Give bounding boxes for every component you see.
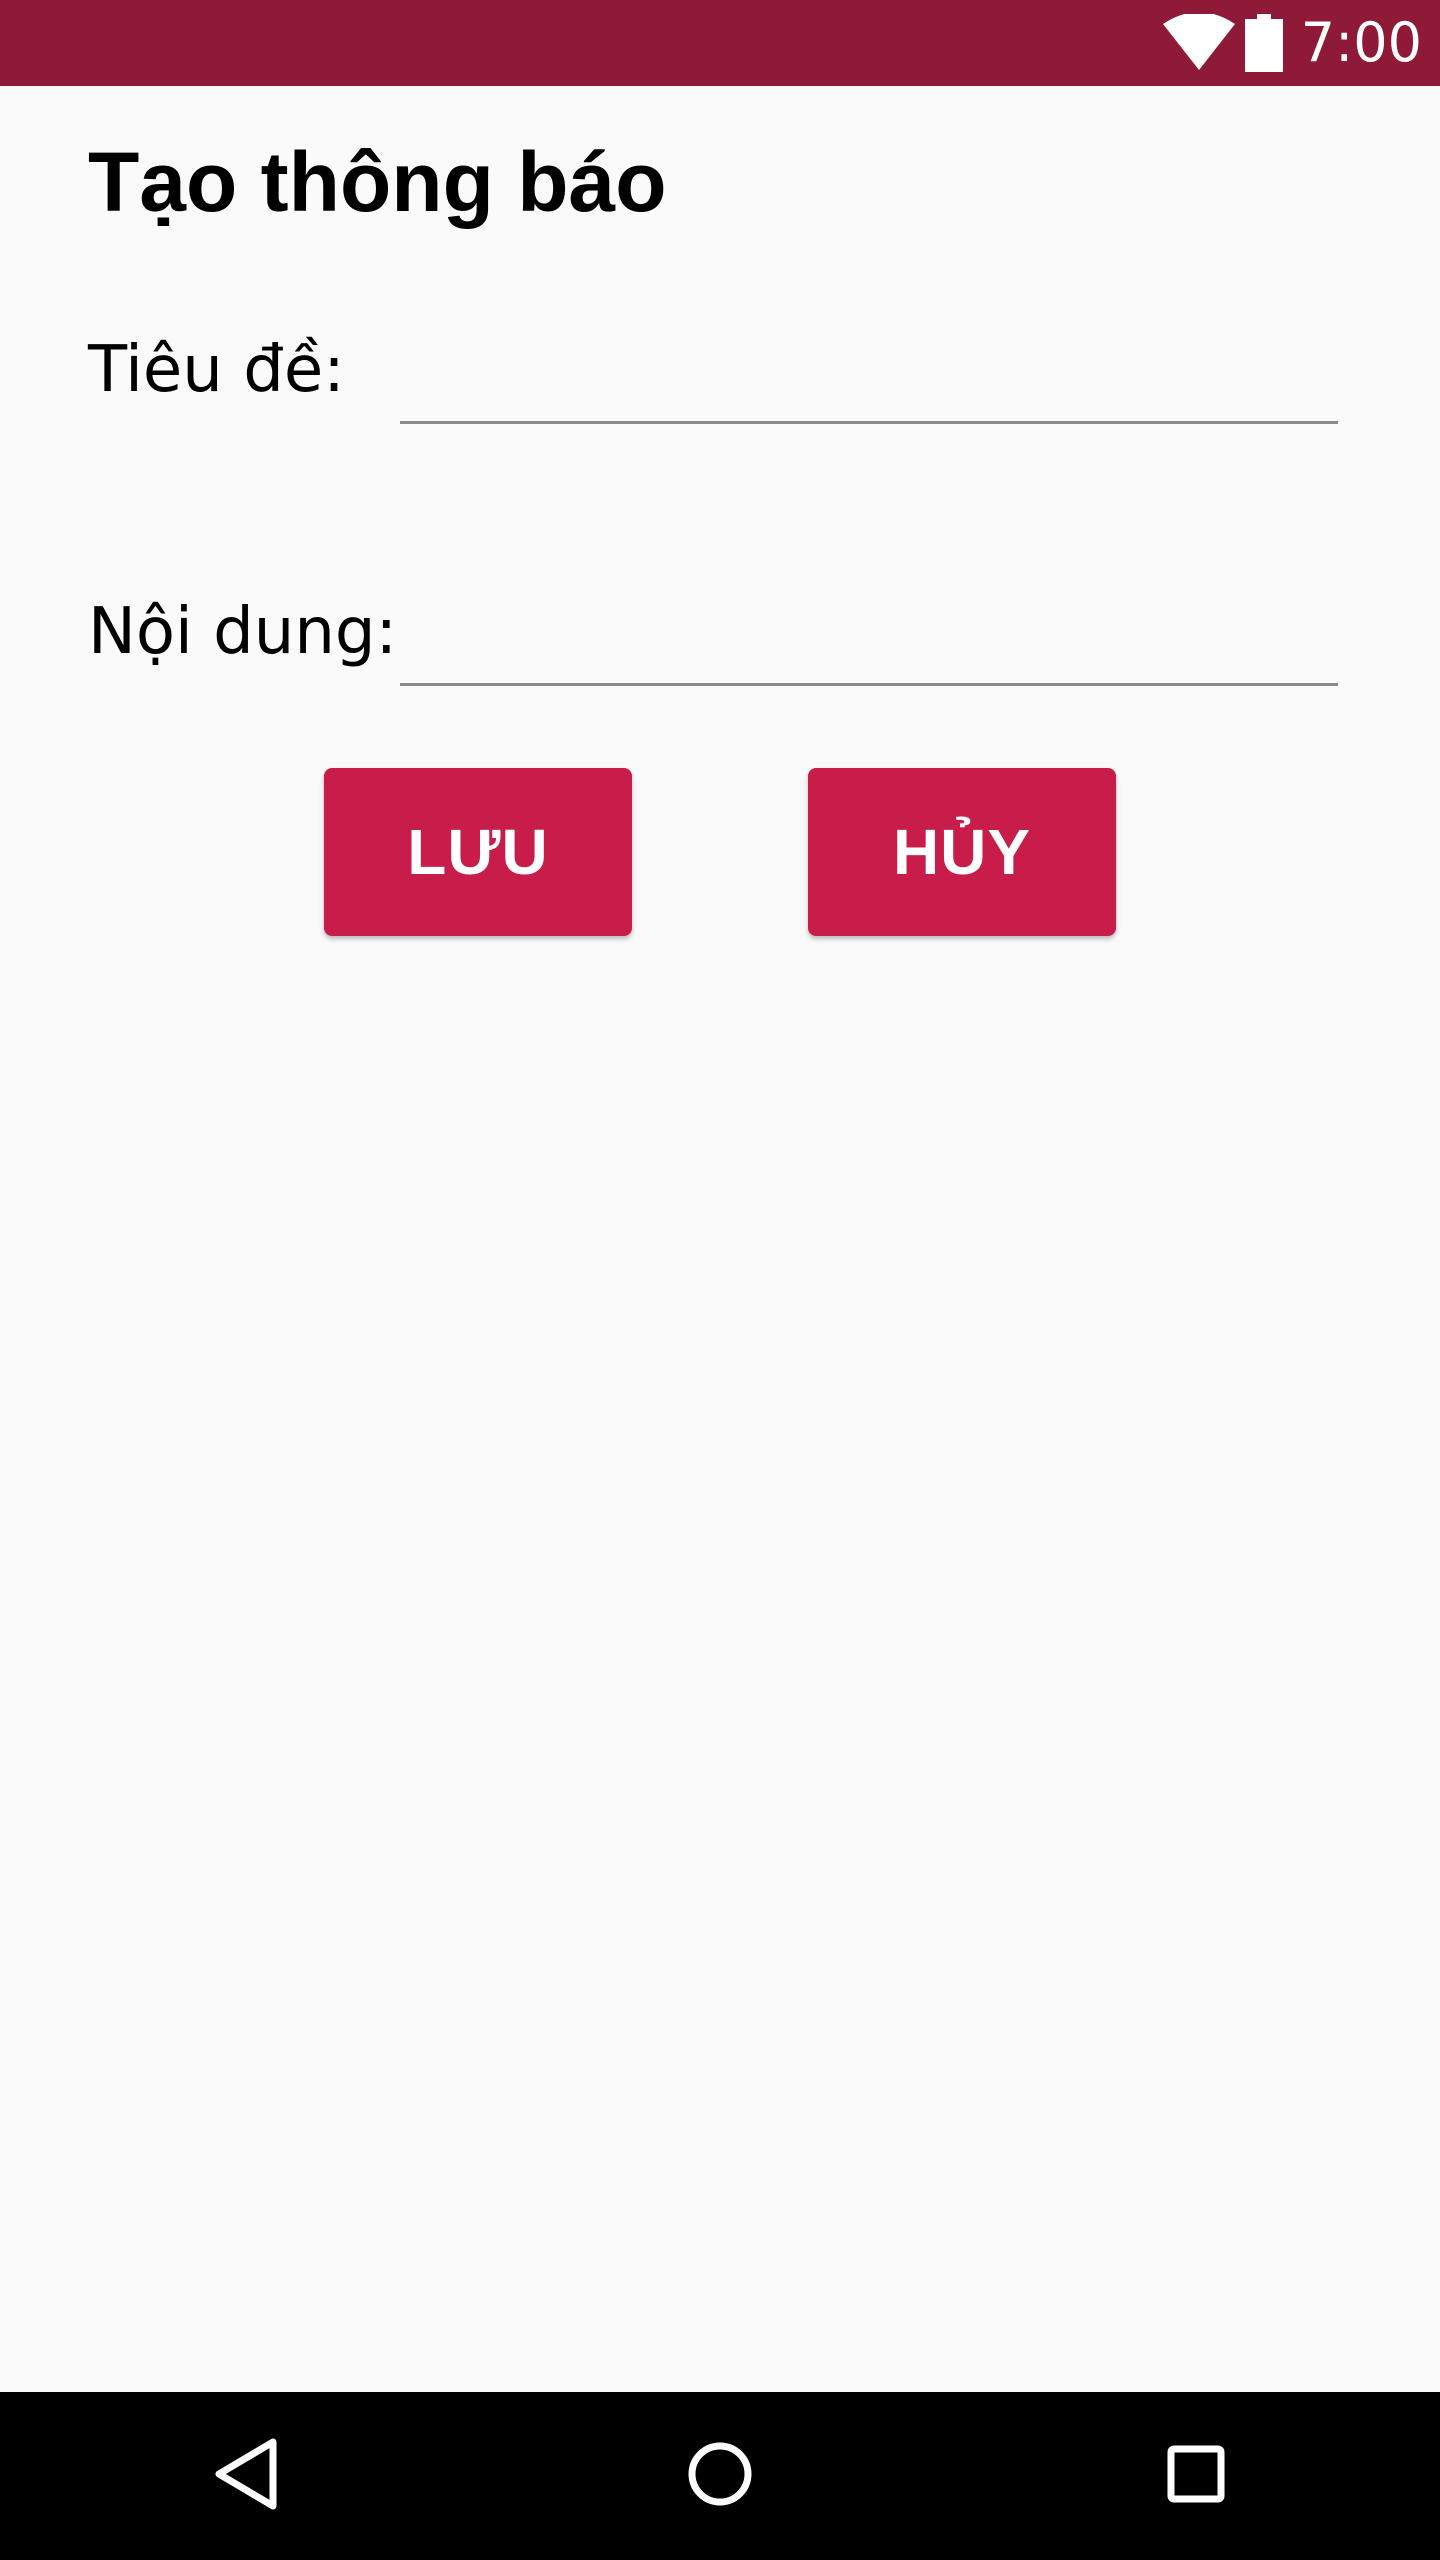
content-input[interactable]	[400, 610, 1338, 686]
status-time: 7:00	[1300, 11, 1422, 74]
home-button[interactable]	[636, 2392, 804, 2560]
title-input[interactable]	[400, 348, 1338, 424]
status-icons: 7:00	[1162, 0, 1422, 86]
navigation-bar	[0, 2392, 1440, 2560]
wifi-icon	[1162, 14, 1235, 72]
back-icon	[213, 2438, 279, 2515]
status-bar: 7:00	[0, 0, 1440, 86]
recents-icon	[1167, 2445, 1225, 2508]
title-label: Tiêu đề:	[88, 333, 345, 407]
back-button[interactable]	[162, 2392, 330, 2560]
recents-button[interactable]	[1112, 2392, 1280, 2560]
content-label: Nội dung:	[88, 595, 398, 669]
cancel-button[interactable]: HỦY	[808, 768, 1116, 936]
battery-icon	[1244, 14, 1283, 72]
home-icon	[687, 2441, 753, 2512]
save-button[interactable]: LƯU	[324, 768, 632, 936]
screen: 7:00 Tạo thông báo Tiêu đề: Nội dung: LƯ…	[0, 0, 1440, 2560]
page-title: Tạo thông báo	[88, 135, 667, 229]
